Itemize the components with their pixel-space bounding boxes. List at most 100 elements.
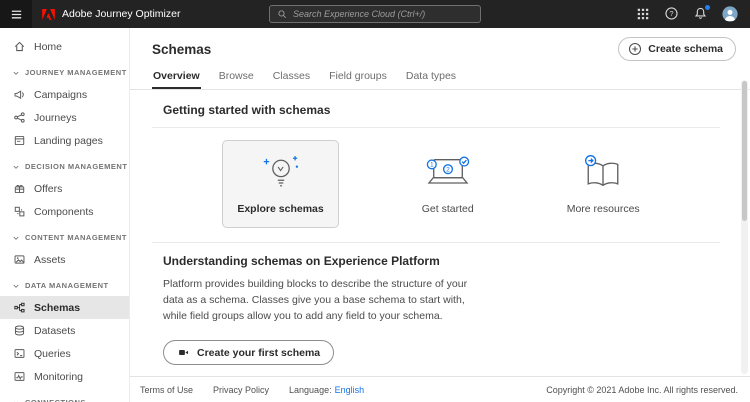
- nav-item-label: Queries: [34, 348, 71, 360]
- card-explore-schemas[interactable]: Explore schemas: [222, 140, 338, 228]
- create-schema-button[interactable]: Create schema: [618, 37, 736, 61]
- svg-text:?: ?: [669, 9, 673, 18]
- footer-links: Terms of Use Privacy Policy: [140, 385, 269, 395]
- sidebar-item-journeys[interactable]: Journeys: [0, 106, 129, 129]
- section-label: DECISION MANAGEMENT: [25, 162, 127, 171]
- sidebar-item-assets[interactable]: Assets: [0, 248, 129, 271]
- card-get-started[interactable]: 1 2 Get started: [409, 141, 487, 227]
- card-label: Get started: [422, 203, 474, 215]
- sidebar-section-content-management[interactable]: CONTENT MANAGEMENT: [0, 227, 129, 248]
- content-area: Getting started with schemas Explore sch…: [130, 90, 750, 376]
- components-icon: [13, 205, 26, 218]
- adobe-logo-icon: [42, 9, 55, 20]
- sidebar-item-home[interactable]: Home: [0, 35, 129, 58]
- sidebar-section-decision-management[interactable]: DECISION MANAGEMENT: [0, 156, 129, 177]
- nav-item-label: Components: [34, 206, 94, 218]
- footer-link-terms-of-use[interactable]: Terms of Use: [140, 385, 193, 395]
- chevron-down-icon: [11, 162, 21, 172]
- tab-field-groups[interactable]: Field groups: [328, 65, 388, 89]
- main-area: Schemas Create schema Overview Browse Clas…: [130, 28, 750, 402]
- sidebar-section-data-management[interactable]: DATA MANAGEMENT: [0, 275, 129, 296]
- nav-item-label: Landing pages: [34, 135, 103, 147]
- card-label: Explore schemas: [237, 203, 323, 215]
- hamburger-icon: [9, 7, 24, 22]
- schemas-icon: [13, 301, 26, 314]
- footer: Terms of Use Privacy Policy Language:Engl…: [130, 376, 750, 402]
- avatar-icon: [722, 6, 738, 22]
- home-icon: [13, 40, 26, 53]
- create-first-schema-button[interactable]: Create your first schema: [163, 340, 334, 365]
- svg-text:1: 1: [430, 162, 434, 169]
- journeys-icon: [13, 111, 26, 124]
- copyright-text: Copyright © 2021 Adobe Inc. All rights r…: [546, 385, 738, 395]
- tab-data-types[interactable]: Data types: [405, 65, 457, 89]
- chevron-down-icon: [11, 68, 21, 78]
- tab-classes[interactable]: Classes: [272, 65, 311, 89]
- tab-overview[interactable]: Overview: [152, 65, 201, 89]
- search-input[interactable]: [293, 9, 473, 19]
- nav-item-label: Monitoring: [34, 371, 83, 383]
- section-label: CONNECTIONS: [25, 398, 86, 402]
- section-label: JOURNEY MANAGEMENT: [25, 68, 127, 77]
- global-search[interactable]: [269, 5, 481, 23]
- sidebar-section-journey-management[interactable]: JOURNEY MANAGEMENT: [0, 62, 129, 83]
- plus-circle-icon: [628, 42, 642, 56]
- sidebar-item-campaigns[interactable]: Campaigns: [0, 83, 129, 106]
- assets-icon: [13, 253, 26, 266]
- monitoring-icon: [13, 370, 26, 383]
- apps-grid-button[interactable]: [635, 6, 651, 22]
- nav-item-label: Schemas: [34, 302, 80, 314]
- card-more-resources[interactable]: More resources: [557, 141, 650, 227]
- datasets-icon: [13, 324, 26, 337]
- sidebar-item-datasets[interactable]: Datasets: [0, 319, 129, 342]
- card-label: More resources: [567, 203, 640, 215]
- understanding-title: Understanding schemas on Experience Plat…: [163, 254, 720, 268]
- sidebar-nav: Home JOURNEY MANAGEMENT Campaigns Journeys L…: [0, 28, 130, 402]
- sidebar-item-components[interactable]: Components: [0, 200, 129, 223]
- app-title: Adobe Journey Optimizer: [62, 8, 180, 20]
- nav-item-label: Datasets: [34, 325, 75, 337]
- language-setting: Language:English: [289, 385, 364, 395]
- sidebar-item-landing-pages[interactable]: Landing pages: [0, 129, 129, 152]
- main-header: Schemas Create schema: [130, 28, 750, 61]
- nav-item-label: Journeys: [34, 112, 77, 124]
- queries-icon: [13, 347, 26, 360]
- create-first-schema-label: Create your first schema: [197, 347, 320, 359]
- create-schema-label: Create schema: [648, 43, 723, 55]
- scrollbar[interactable]: [741, 80, 748, 374]
- hamburger-menu-button[interactable]: [0, 0, 32, 28]
- apps-grid-icon: [636, 7, 650, 21]
- video-camera-icon: [177, 347, 190, 358]
- notifications-button[interactable]: [693, 6, 709, 22]
- section-label: DATA MANAGEMENT: [25, 281, 109, 290]
- scrollbar-thumb[interactable]: [742, 81, 747, 221]
- language-select-link[interactable]: English: [335, 385, 365, 395]
- sidebar-item-schemas[interactable]: Schemas: [0, 296, 129, 319]
- getting-started-title: Getting started with schemas: [152, 95, 720, 128]
- tab-browse[interactable]: Browse: [218, 65, 255, 89]
- nav-item-label: Home: [34, 41, 62, 53]
- help-button[interactable]: ?: [664, 6, 680, 22]
- nav-item-label: Offers: [34, 183, 62, 195]
- chevron-down-icon: [11, 398, 21, 402]
- landing-pages-icon: [13, 134, 26, 147]
- sidebar-item-offers[interactable]: Offers: [0, 177, 129, 200]
- sidebar-item-queries[interactable]: Queries: [0, 342, 129, 365]
- chevron-down-icon: [11, 281, 21, 291]
- nav-item-label: Campaigns: [34, 89, 87, 101]
- search-icon: [277, 9, 288, 20]
- offers-icon: [13, 182, 26, 195]
- user-avatar[interactable]: [722, 6, 738, 22]
- sidebar-section-connections[interactable]: CONNECTIONS: [0, 392, 129, 402]
- footer-link-privacy-policy[interactable]: Privacy Policy: [213, 385, 269, 395]
- understanding-body: Platform provides building blocks to des…: [163, 277, 485, 324]
- notification-dot: [705, 5, 710, 10]
- help-icon: ?: [664, 6, 679, 21]
- laptop-steps-icon: 1 2: [419, 153, 477, 193]
- topbar-actions: ?: [635, 6, 750, 22]
- getting-started-cards: Explore schemas 1 2: [152, 128, 720, 243]
- section-label: CONTENT MANAGEMENT: [25, 233, 127, 242]
- sidebar-item-monitoring[interactable]: Monitoring: [0, 365, 129, 388]
- lightbulb-icon: [257, 153, 305, 193]
- page-title: Schemas: [152, 42, 211, 57]
